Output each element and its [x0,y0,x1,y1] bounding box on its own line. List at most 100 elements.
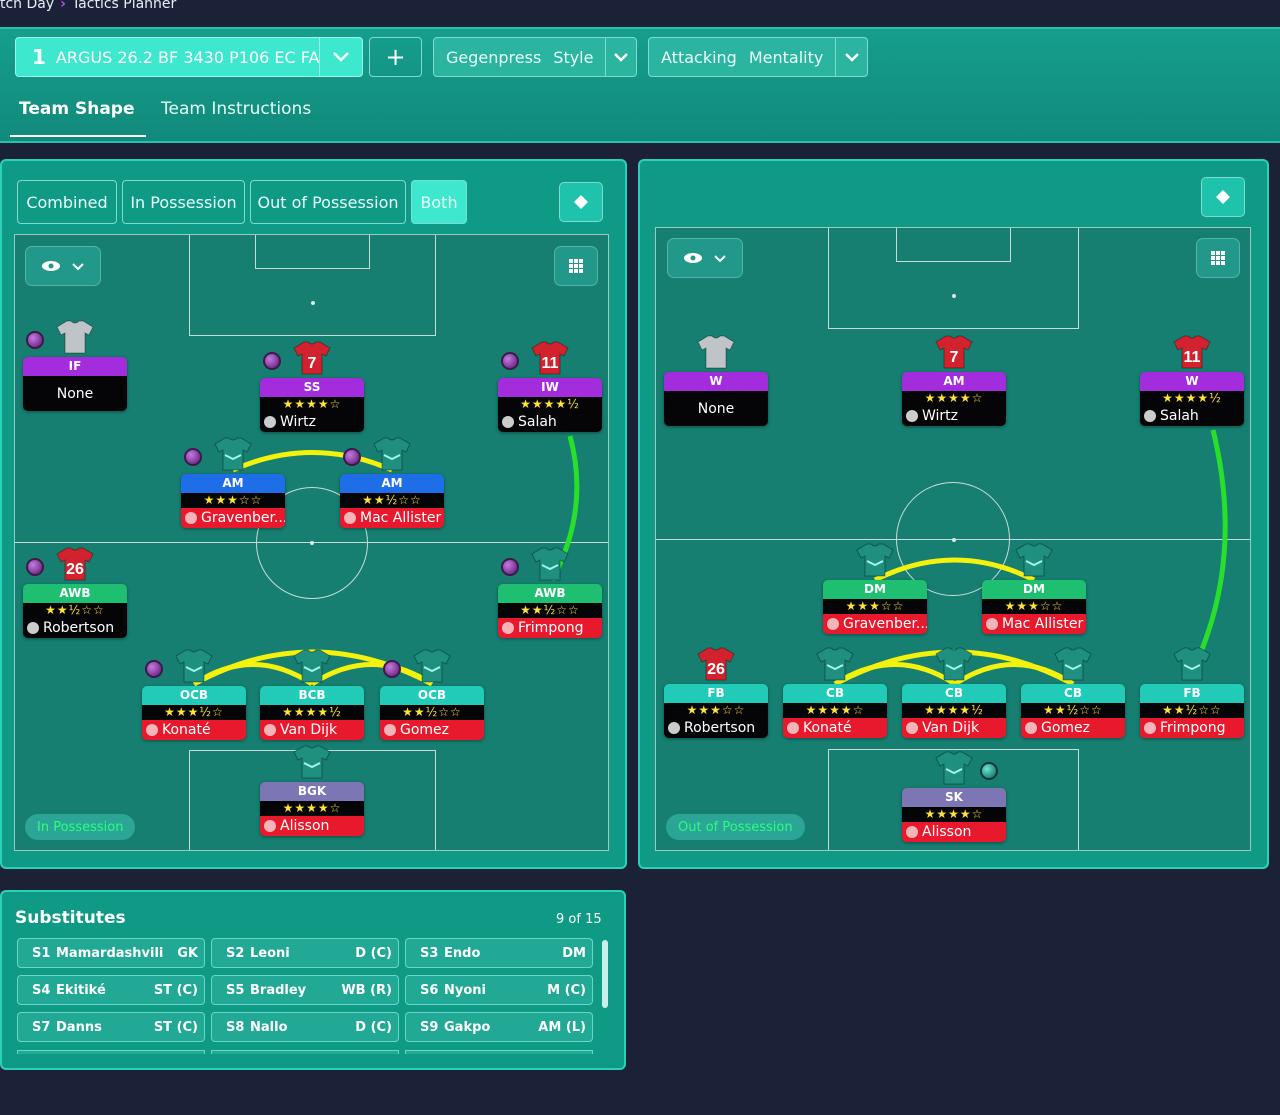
player-role: DM [982,580,1086,599]
player-card[interactable]: W None [664,372,768,426]
player-card[interactable]: FB ★★½☆☆ Frimpong [1140,684,1244,738]
view-options-button[interactable] [667,238,743,278]
player-card[interactable]: CB ★★½☆☆ Gomez [1021,684,1125,738]
player-shirt-icon [174,648,214,684]
tab-team-instructions[interactable]: Team Instructions [161,99,311,119]
grid-view-button[interactable] [1196,238,1240,278]
player-card[interactable]: AM ★★★★☆ Wirtz [902,372,1006,426]
penalty-spot [311,301,315,305]
style-dropdown[interactable]: Gegenpress Style [433,37,637,77]
player-card[interactable]: SK ★★★★☆ Alisson [902,788,1006,842]
tab-team-shape[interactable]: Team Shape [19,99,135,119]
player-card[interactable]: OCB ★★★½☆ Konaté [142,686,246,740]
substitute-name: Nyoni [444,982,486,998]
player-card[interactable]: OCB ★★½☆☆ Gomez [380,686,484,740]
substitute-item[interactable]: S7 Danns ST (C) [17,1012,205,1042]
player-name: None [56,385,94,402]
six-yard-box-top [896,228,1011,262]
player-name: Gomez [400,722,450,738]
player-card[interactable]: DM ★★★☆☆ Mac Allister [982,580,1086,634]
mode-out-of-possession-button[interactable]: Out of Possession [250,180,406,224]
player-name-row: Konaté [142,720,246,740]
chevron-down-icon[interactable] [605,38,636,76]
substitute-item[interactable]: S1 Mamardashvili GK [17,938,205,968]
in-possession-label: In Possession [25,814,136,840]
player-name-row: Salah [498,412,602,432]
player-card[interactable]: AWB ★★½☆☆ Frimpong [498,584,602,638]
list-item-peek [17,1050,205,1054]
player-card[interactable]: CB ★★★★☆ Konaté [783,684,887,738]
tactic-diamond-button[interactable] [1201,177,1245,217]
player-card[interactable]: W ★★★★½ Salah [1140,372,1244,426]
player-card[interactable]: BGK ★★★★☆ Alisson [260,782,364,836]
player-name-row: Alisson [260,816,364,836]
mode-combined-button[interactable]: Combined [17,180,117,224]
chevron-down-icon[interactable] [835,38,867,76]
breadcrumb-current: Tactics Planner [71,0,177,12]
substitute-slot: S7 [32,1019,51,1035]
chevron-down-icon[interactable] [319,38,362,76]
tactic-diamond-button[interactable] [559,182,603,222]
substitute-item[interactable]: S8 Nallo D (C) [211,1012,399,1042]
substitute-item[interactable]: S9 Gakpo AM (L) [405,1012,593,1042]
player-name-row: Frimpong [498,618,602,638]
substitute-item[interactable]: S2 Leoni D (C) [211,938,399,968]
substitute-name: Mamardashvili [56,945,164,961]
substitute-item[interactable]: S6 Nyoni M (C) [405,975,593,1005]
player-shirt-icon [815,646,855,682]
penalty-spot [952,294,956,298]
player-name: Mac Allister [360,510,442,526]
substitute-item[interactable]: S5 Bradley WB (R) [211,975,399,1005]
tactic-selector[interactable]: 1 ARGUS 26.2 BF 3430 P106 EC FA [15,37,363,77]
grid-icon [1211,251,1225,265]
grid-view-button[interactable] [554,246,598,286]
player-role: FB [1140,684,1244,703]
out-of-possession-label: Out of Possession [666,814,805,840]
player-name: Gravenber... [201,510,285,526]
player-shirt-icon: 26 [696,646,736,682]
player-avatar-icon [344,512,356,524]
player-name: Gomez [1041,720,1091,736]
view-options-button[interactable] [25,246,101,286]
role-rating-stars: ★★★☆☆ [982,599,1086,614]
player-name: Van Dijk [922,720,980,736]
role-rating-stars: ★★★★☆ [260,801,364,816]
substitute-slot: S8 [226,1019,245,1035]
role-rating-stars: ★★★★½ [260,705,364,720]
player-role: BGK [260,782,364,801]
player-card[interactable]: IF None [23,357,127,411]
player-card[interactable]: SS ★★★★☆ Wirtz [260,378,364,432]
player-shirt-icon [934,646,974,682]
substitute-slot: S4 [32,982,51,998]
player-card[interactable]: FB ★★★☆☆ Robertson [664,684,768,738]
player-role: AWB [23,584,127,603]
player-role: SK [902,788,1006,807]
substitute-pos: ST (C) [153,982,198,998]
substitute-pos: DM [562,945,586,961]
player-name: Konaté [803,720,852,736]
breadcrumb-parent[interactable]: tch Day [0,0,54,12]
player-card[interactable]: AM ★★½☆☆ Mac Allister [340,474,444,528]
substitute-item[interactable]: S3 Endo DM [405,938,593,968]
player-avatar-icon [384,724,396,736]
player-card[interactable]: CB ★★★★½ Van Dijk [902,684,1006,738]
player-avatar-icon [264,724,276,736]
mode-in-possession-button[interactable]: In Possession [122,180,245,224]
player-card[interactable]: AWB ★★½☆☆ Robertson [23,584,127,638]
player-card[interactable]: IW ★★★★½ Salah [498,378,602,432]
player-card[interactable]: BCB ★★★★½ Van Dijk [260,686,364,740]
trait-orb-icon [383,660,401,678]
substitute-item[interactable]: S4 Ekitiké ST (C) [17,975,205,1005]
mode-both-button[interactable]: Both [411,180,467,224]
player-card[interactable]: AM ★★★☆☆ Gravenber... [181,474,285,528]
substitutes-title: Substitutes [15,908,126,928]
player-role: OCB [380,686,484,705]
player-avatar-icon [502,622,514,634]
player-avatar-icon [906,722,918,734]
player-shirt-icon [934,750,974,786]
substitutes-scrollbar[interactable] [602,940,608,1008]
role-rating-stars: ★★★★½ [1140,391,1244,406]
mentality-dropdown[interactable]: Attacking Mentality [648,37,868,77]
add-tactic-button[interactable]: + [369,37,422,77]
player-card[interactable]: DM ★★★☆☆ Gravenber... [823,580,927,634]
